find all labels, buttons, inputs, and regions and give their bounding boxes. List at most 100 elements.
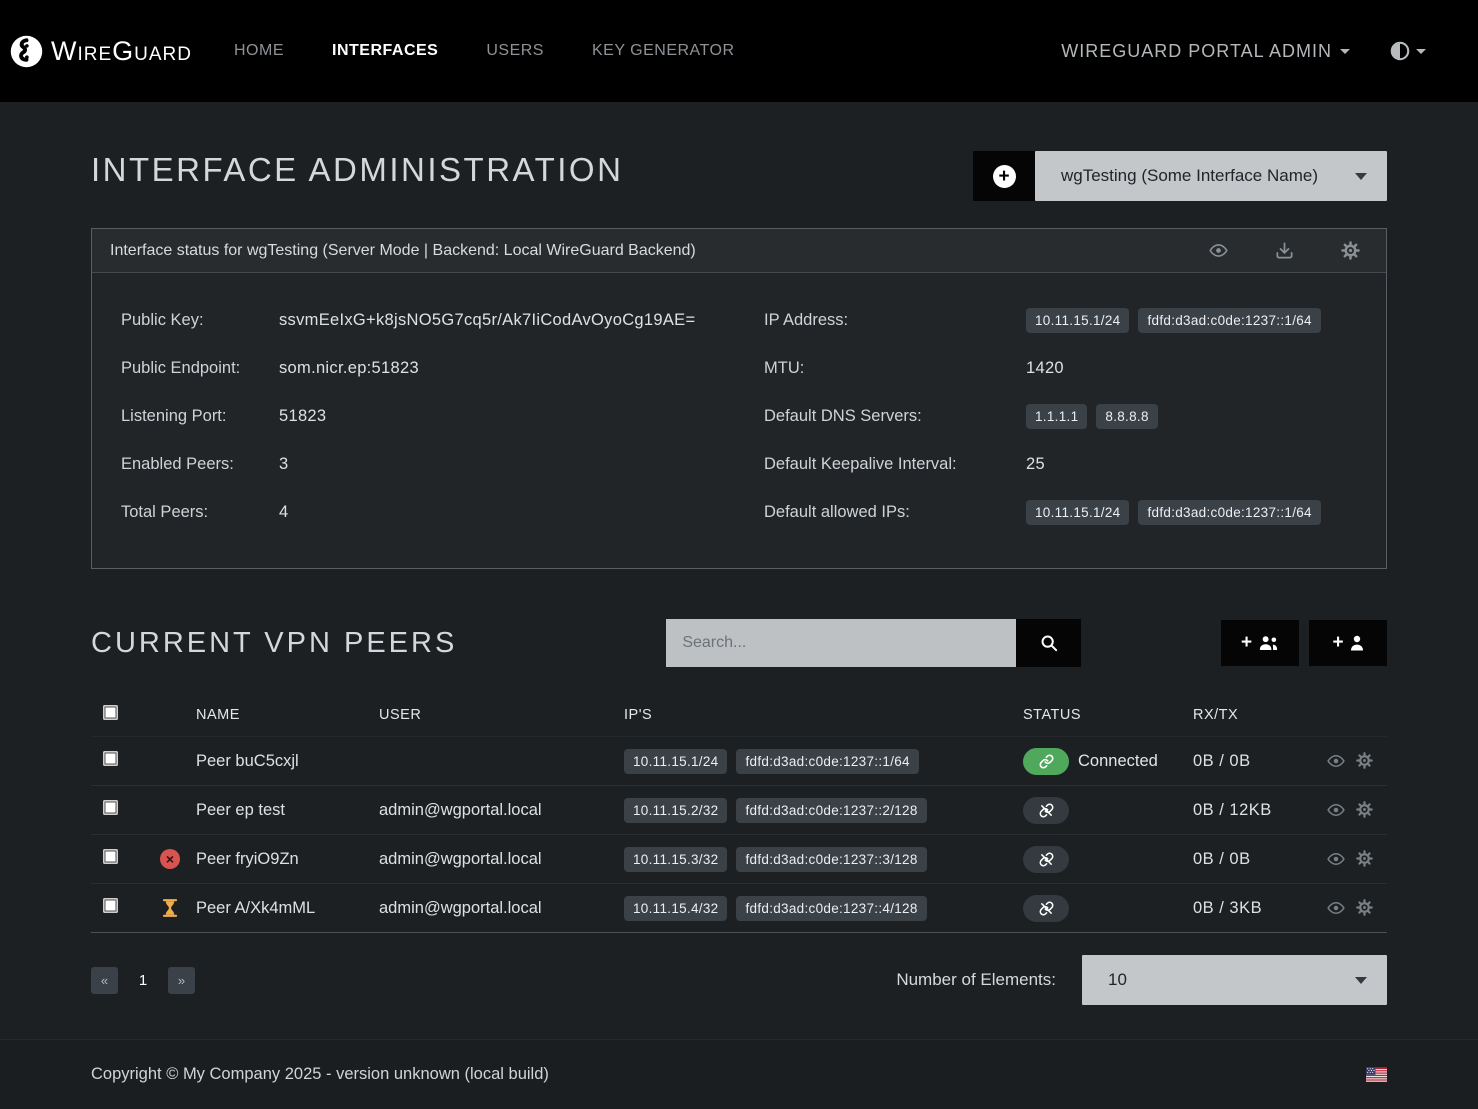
interface-select[interactable]: wgTesting (Some Interface Name) (1035, 151, 1387, 201)
theme-half-circle-icon (1390, 41, 1410, 61)
interface-status-card: Interface status for wgTesting (Server M… (91, 228, 1387, 569)
pagination-current-page[interactable]: 1 (130, 967, 156, 994)
person-plus-icon (1350, 635, 1364, 651)
peer-name: Peer buC5cxjl (196, 752, 379, 771)
add-peer-button[interactable]: + (1309, 620, 1387, 666)
peer-settings-gear-icon[interactable] (1356, 752, 1373, 770)
peer-settings-gear-icon[interactable] (1356, 801, 1373, 819)
column-rxtx: RX/TX (1193, 707, 1325, 723)
dns-badge: 8.8.8.8 (1096, 404, 1157, 429)
peer-view-eye-icon[interactable] (1327, 850, 1345, 868)
chevron-down-icon (1355, 173, 1367, 180)
detail-mtu: MTU: 1420 (764, 344, 1386, 392)
nav-item-interfaces[interactable]: INTERFACES (332, 42, 438, 60)
nav-item-home[interactable]: HOME (234, 42, 284, 60)
brand-name: WireGuard (51, 36, 192, 67)
theme-toggle-dropdown[interactable] (1390, 41, 1426, 61)
nav-item-key-generator[interactable]: KEY GENERATOR (592, 42, 735, 60)
wireguard-logo-icon (10, 35, 43, 68)
peer-search-group (666, 619, 1081, 667)
ip-badge: fdfd:d3ad:c0de:1237::1/64 (1138, 500, 1320, 525)
add-multiple-peers-button[interactable]: + (1221, 620, 1299, 666)
language-flag-us-icon[interactable] (1366, 1067, 1387, 1082)
peer-name: Peer fryiO9Zn (196, 850, 379, 869)
row-checkbox[interactable] (103, 751, 118, 766)
search-button[interactable] (1016, 619, 1081, 667)
main-nav: HOME INTERFACES USERS KEY GENERATOR (234, 42, 735, 60)
footer: Copyright © My Company 2025 - version un… (0, 1039, 1478, 1109)
status-label: Connected (1078, 752, 1158, 771)
peer-view-eye-icon[interactable] (1327, 752, 1345, 770)
peers-table-header: NAME USER IP'S STATUS RX/TX (91, 693, 1387, 737)
status-card-title: Interface status for wgTesting (Server M… (110, 242, 696, 260)
peer-ip-badge: 10.11.15.2/32 (624, 798, 727, 823)
nav-item-users[interactable]: USERS (486, 42, 544, 60)
peer-ip-badge: 10.11.15.1/24 (624, 749, 727, 774)
peer-ip-badge: fdfd:d3ad:c0de:1237::4/128 (736, 896, 926, 921)
search-icon (1040, 634, 1058, 652)
download-config-icon[interactable] (1275, 241, 1294, 260)
view-config-eye-icon[interactable] (1209, 241, 1228, 260)
connected-status-pill (1023, 748, 1069, 775)
peer-view-eye-icon[interactable] (1327, 801, 1345, 819)
detail-public-endpoint: Public Endpoint: som.nicr.ep:51823 (121, 344, 740, 392)
chevron-down-icon (1416, 49, 1426, 54)
detail-ip-address: IP Address: 10.11.15.1/24 fdfd:d3ad:c0de… (764, 296, 1386, 344)
link-slash-icon (1039, 901, 1054, 916)
dns-badge: 1.1.1.1 (1026, 404, 1087, 429)
main-content: INTERFACE ADMINISTRATION + wgTesting (So… (0, 102, 1478, 1039)
pagination: « 1 » (91, 967, 195, 994)
link-icon (1039, 754, 1054, 769)
row-checkbox[interactable] (103, 898, 118, 913)
peer-name: Peer ep test (196, 801, 379, 820)
elements-per-page-select[interactable]: 10 (1082, 955, 1387, 1005)
ip-badge: 10.11.15.1/24 (1026, 308, 1129, 333)
peer-ip-badge: fdfd:d3ad:c0de:1237::2/128 (736, 798, 926, 823)
chevron-down-icon (1355, 977, 1367, 984)
peer-user: admin@wgportal.local (379, 850, 624, 869)
peer-user: admin@wgportal.local (379, 899, 624, 918)
detail-dns-servers: Default DNS Servers: 1.1.1.1 8.8.8.8 (764, 392, 1386, 440)
column-user: USER (379, 707, 624, 723)
interface-selector-group: + wgTesting (Some Interface Name) (973, 151, 1387, 201)
detail-total-peers: Total Peers: 4 (121, 488, 740, 536)
plus-circle-icon: + (993, 165, 1016, 188)
peer-view-eye-icon[interactable] (1327, 899, 1345, 917)
page-title: INTERFACE ADMINISTRATION (91, 151, 623, 189)
add-interface-button[interactable]: + (973, 151, 1035, 201)
select-all-checkbox[interactable] (103, 705, 118, 720)
user-menu-dropdown[interactable]: WIREGUARD PORTAL ADMIN (1061, 41, 1350, 62)
peer-row: Peer buC5cxjl 10.11.15.1/24 fdfd:d3ad:c0… (91, 737, 1387, 786)
detail-public-key: Public Key: ssvmEeIxG+k8jsNO5G7cq5r/Ak7I… (121, 296, 740, 344)
peer-disabled-icon: × (160, 849, 180, 869)
peer-settings-gear-icon[interactable] (1356, 850, 1373, 868)
peer-name: Peer A/Xk4mML (196, 899, 379, 918)
peer-ip-badge: fdfd:d3ad:c0de:1237::1/64 (736, 749, 918, 774)
peer-row: × Peer fryiO9Zn admin@wgportal.local 10.… (91, 835, 1387, 884)
peer-settings-gear-icon[interactable] (1356, 899, 1373, 917)
disconnected-status-pill (1023, 846, 1069, 873)
chevron-down-icon (1340, 49, 1350, 54)
interface-settings-gear-icon[interactable] (1341, 241, 1360, 260)
peers-table: NAME USER IP'S STATUS RX/TX Peer buC5cxj… (91, 693, 1387, 933)
peer-rxtx: 0B / 12KB (1193, 801, 1325, 820)
people-plus-icon (1258, 635, 1279, 651)
pagination-prev-button[interactable]: « (91, 967, 118, 994)
navbar: WireGuard HOME INTERFACES USERS KEY GENE… (0, 0, 1478, 102)
detail-allowed-ips: Default allowed IPs: 10.11.15.1/24 fdfd:… (764, 488, 1386, 536)
row-checkbox[interactable] (103, 800, 118, 815)
detail-listening-port: Listening Port: 51823 (121, 392, 740, 440)
disconnected-status-pill (1023, 895, 1069, 922)
brand-link[interactable]: WireGuard (10, 35, 192, 68)
column-status: STATUS (1023, 707, 1193, 723)
peer-row: Peer ep test admin@wgportal.local 10.11.… (91, 786, 1387, 835)
row-checkbox[interactable] (103, 849, 118, 864)
peer-rxtx: 0B / 0B (1193, 850, 1325, 869)
search-input[interactable] (666, 619, 1016, 667)
peer-row: Peer A/Xk4mML admin@wgportal.local 10.11… (91, 884, 1387, 933)
ip-badge: fdfd:d3ad:c0de:1237::1/64 (1138, 308, 1320, 333)
column-name: NAME (196, 707, 379, 723)
peer-rxtx: 0B / 3KB (1193, 899, 1325, 918)
navbar-right: WIREGUARD PORTAL ADMIN (1061, 41, 1426, 62)
pagination-next-button[interactable]: » (168, 967, 195, 994)
